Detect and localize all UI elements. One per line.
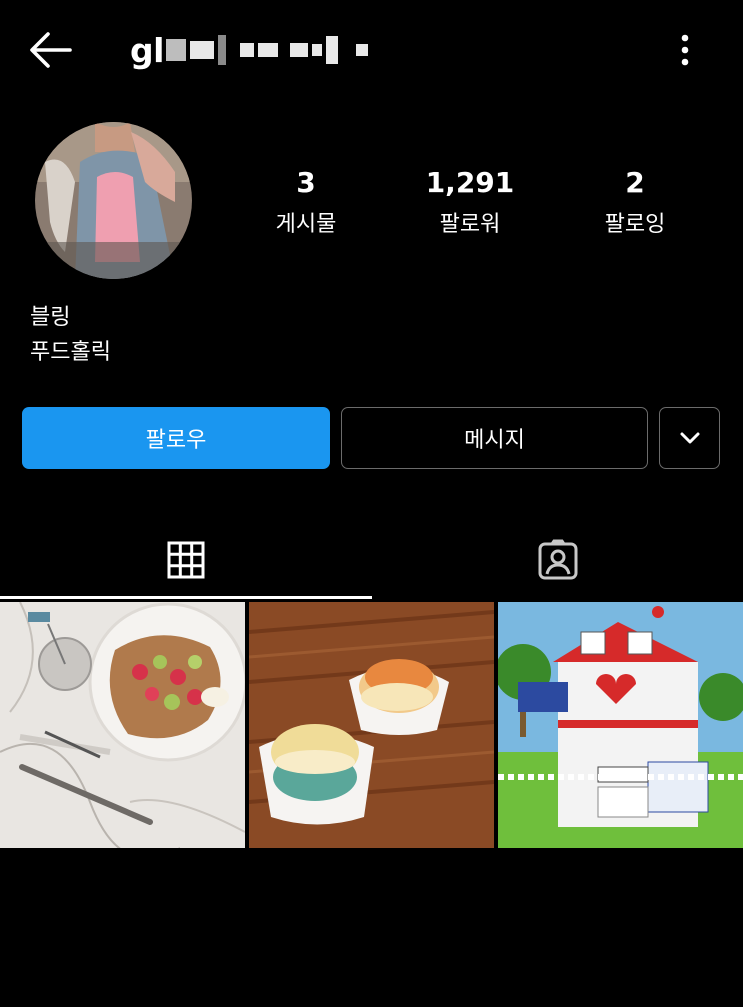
kebab-vertical-icon bbox=[681, 34, 689, 66]
tab-tagged[interactable] bbox=[372, 520, 743, 600]
suggested-accounts-button[interactable] bbox=[659, 407, 720, 469]
back-button[interactable] bbox=[26, 28, 74, 72]
avatar[interactable] bbox=[35, 122, 192, 279]
more-options-button[interactable] bbox=[668, 30, 702, 70]
following-label: 팔로잉 bbox=[604, 212, 666, 237]
post-thumbnail-3[interactable] bbox=[498, 602, 743, 848]
bio-name: 블링 bbox=[30, 305, 71, 330]
bio-category: 푸드홀릭 bbox=[30, 340, 111, 365]
tab-posts-grid[interactable] bbox=[0, 520, 372, 600]
follow-button-label: 팔로우 bbox=[145, 428, 207, 453]
following-count: 2 bbox=[625, 166, 645, 199]
message-button[interactable]: 메시지 bbox=[341, 407, 648, 469]
stat-followers[interactable]: 1,291 팔로워 bbox=[400, 166, 540, 238]
post-thumbnail-2[interactable] bbox=[249, 602, 494, 848]
stat-following[interactable]: 2 팔로잉 bbox=[565, 166, 705, 238]
message-button-label: 메시지 bbox=[464, 428, 525, 453]
grid-icon bbox=[167, 541, 205, 579]
post-thumbnail-1[interactable] bbox=[0, 602, 245, 848]
follow-button[interactable]: 팔로우 bbox=[22, 407, 330, 469]
arrow-left-icon bbox=[30, 32, 72, 68]
stat-posts[interactable]: 3 게시물 bbox=[236, 166, 376, 238]
profile-username: gl bbox=[130, 30, 372, 70]
followers-label: 팔로워 bbox=[439, 212, 501, 237]
posts-count: 3 bbox=[296, 166, 316, 199]
username-redaction bbox=[165, 35, 372, 65]
tagged-person-icon bbox=[538, 539, 577, 580]
selected-tab-indicator bbox=[0, 596, 372, 599]
chevron-down-icon bbox=[680, 432, 699, 444]
username-text: gl bbox=[130, 30, 164, 70]
posts-label: 게시물 bbox=[275, 212, 337, 237]
followers-count: 1,291 bbox=[425, 166, 515, 199]
top-bar: gl bbox=[0, 0, 743, 100]
